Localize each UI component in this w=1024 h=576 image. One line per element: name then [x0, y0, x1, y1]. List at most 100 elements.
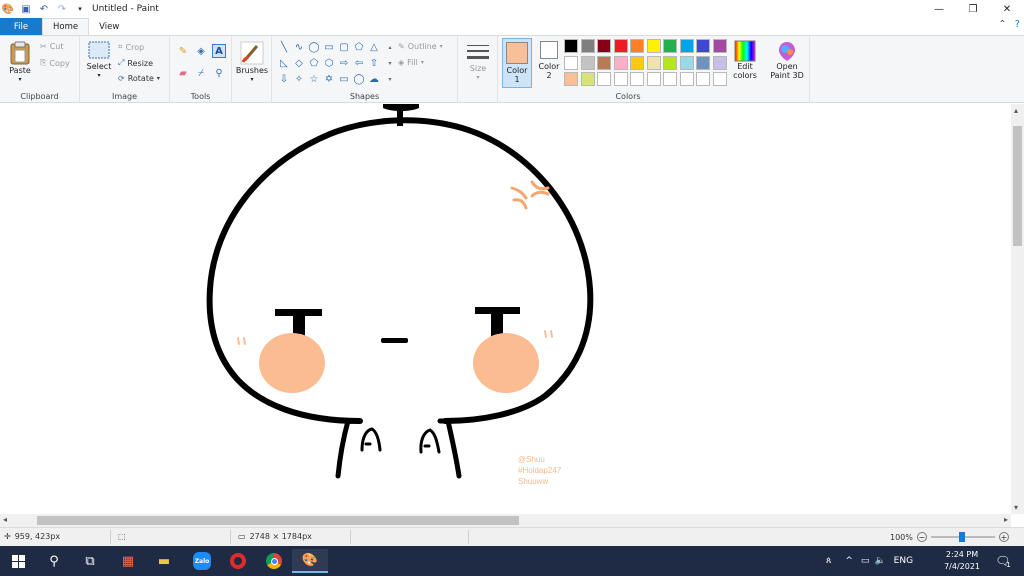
- pencil-icon[interactable]: ✎: [176, 44, 190, 58]
- collapse-ribbon-icon[interactable]: ⌃: [998, 19, 1006, 30]
- redo-icon[interactable]: ↷: [56, 3, 68, 15]
- palette-swatch[interactable]: [613, 39, 628, 53]
- palette-swatch[interactable]: [630, 39, 644, 53]
- file-explorer-icon[interactable]: ▬: [146, 549, 182, 573]
- notification-center-button[interactable]: 🗨 1: [986, 549, 1020, 573]
- palette-swatch[interactable]: [597, 39, 611, 53]
- canvas-area[interactable]: @Shuu #Holdap247 Shuuww: [0, 104, 1011, 514]
- minimize-button[interactable]: —: [922, 0, 956, 18]
- paste-dropdown-icon[interactable]: ▾: [18, 75, 21, 84]
- scroll-up-arrow-icon[interactable]: ▴: [1014, 106, 1018, 115]
- palette-swatch[interactable]: [580, 55, 595, 70]
- rounded-rectangle-shape-icon[interactable]: ▢: [338, 41, 350, 53]
- palette-swatch[interactable]: [712, 39, 727, 53]
- shapes-scroll[interactable]: ▴ ▾ ▾: [386, 40, 394, 88]
- magnifier-icon[interactable]: ⚲: [212, 66, 226, 80]
- palette-swatch[interactable]: [663, 39, 677, 53]
- cloud-callout-shape-icon[interactable]: ☁: [368, 73, 380, 85]
- close-button[interactable]: ✕: [990, 0, 1024, 18]
- right-arrow-shape-icon[interactable]: ⇨: [338, 57, 350, 69]
- palette-swatch[interactable]: [712, 72, 727, 86]
- save-icon[interactable]: ▣: [20, 3, 32, 15]
- task-view-icon[interactable]: ⧉: [72, 549, 108, 573]
- text-tool-icon[interactable]: A: [212, 44, 226, 58]
- down-arrow-shape-icon[interactable]: ⇩: [278, 73, 290, 85]
- color2-button[interactable]: Color 2: [536, 41, 562, 80]
- palette-swatch[interactable]: [696, 39, 710, 53]
- restore-button[interactable]: ❐: [956, 0, 990, 18]
- scroll-down-arrow-icon[interactable]: ▾: [1014, 503, 1018, 512]
- palette-swatch[interactable]: [580, 39, 595, 53]
- five-point-star-shape-icon[interactable]: ☆: [308, 73, 320, 85]
- pentagon-shape-icon[interactable]: ⬠: [308, 57, 320, 69]
- chrome-browser-icon[interactable]: [256, 549, 292, 573]
- right-triangle-shape-icon[interactable]: ◺: [278, 57, 290, 69]
- show-hidden-icons-icon[interactable]: ^: [845, 556, 853, 566]
- paint-taskbar-icon[interactable]: 🎨: [292, 549, 328, 573]
- polygon-shape-icon[interactable]: ⬠: [353, 41, 365, 53]
- triangle-shape-icon[interactable]: △: [368, 41, 380, 53]
- oval-shape-icon[interactable]: ◯: [308, 41, 320, 53]
- palette-swatch[interactable]: [696, 55, 710, 70]
- customize-qat-icon[interactable]: ▾: [74, 3, 86, 15]
- color1-button[interactable]: Color 1: [502, 38, 532, 88]
- store-app-icon[interactable]: ▦: [110, 549, 146, 573]
- tab-view[interactable]: View: [89, 18, 129, 35]
- paste-button[interactable]: Paste ▾: [6, 40, 34, 84]
- eraser-icon[interactable]: ▰: [176, 66, 190, 80]
- palette-swatch[interactable]: [679, 72, 694, 86]
- vertical-scrollbar[interactable]: ▴ ▾: [1011, 104, 1024, 514]
- palette-swatch[interactable]: [663, 55, 677, 70]
- people-icon[interactable]: ጰ: [826, 556, 831, 566]
- palette-swatch[interactable]: [646, 55, 661, 70]
- opera-browser-icon[interactable]: [220, 549, 256, 573]
- start-button[interactable]: [0, 549, 36, 573]
- zoom-out-icon[interactable]: −: [916, 532, 927, 542]
- open-paint3d-button[interactable]: Open Paint 3D: [768, 40, 806, 80]
- palette-swatch[interactable]: [630, 72, 644, 86]
- palette-swatch[interactable]: [613, 72, 628, 86]
- horizontal-scrollbar[interactable]: ◂ ▸: [0, 514, 1011, 527]
- zoom-slider[interactable]: [930, 532, 995, 542]
- resize-button[interactable]: ⤢ Resize: [118, 58, 153, 68]
- palette-swatch[interactable]: [580, 72, 595, 86]
- brushes-button[interactable]: Brushes ▾: [235, 40, 269, 84]
- vertical-scroll-thumb[interactable]: [1013, 126, 1022, 246]
- horizontal-scroll-thumb[interactable]: [37, 516, 519, 525]
- rectangle-shape-icon[interactable]: ▭: [323, 41, 335, 53]
- color-picker-icon[interactable]: ⌿: [194, 66, 208, 80]
- palette-swatch[interactable]: [663, 72, 677, 86]
- paint-app-icon[interactable]: 🎨: [2, 3, 14, 15]
- crop-button[interactable]: ⌗ Crop: [118, 42, 144, 52]
- scroll-right-arrow-icon[interactable]: ▸: [1004, 515, 1008, 524]
- curve-shape-icon[interactable]: ∿: [293, 41, 305, 53]
- diamond-shape-icon[interactable]: ◇: [293, 57, 305, 69]
- fill-bucket-icon[interactable]: ◈: [194, 44, 208, 58]
- language-indicator[interactable]: ENG: [894, 556, 913, 566]
- search-icon[interactable]: ⚲: [36, 549, 72, 573]
- rotate-button[interactable]: ⟳ Rotate ▾: [118, 74, 160, 83]
- four-point-star-shape-icon[interactable]: ✧: [293, 73, 305, 85]
- palette-swatch[interactable]: [712, 55, 727, 70]
- palette-swatch[interactable]: [630, 55, 644, 70]
- palette-swatch[interactable]: [679, 39, 694, 53]
- palette-swatch[interactable]: [564, 55, 578, 70]
- tab-home[interactable]: Home: [42, 18, 90, 35]
- zoom-slider-thumb[interactable]: [958, 532, 965, 542]
- brushes-dropdown-icon[interactable]: ▾: [250, 75, 253, 84]
- line-shape-icon[interactable]: ╲: [278, 41, 290, 53]
- palette-swatch[interactable]: [597, 72, 611, 86]
- battery-icon[interactable]: ▭: [861, 556, 870, 566]
- palette-swatch[interactable]: [679, 55, 694, 70]
- palette-swatch[interactable]: [564, 39, 578, 53]
- palette-swatch[interactable]: [646, 39, 661, 53]
- rounded-callout-shape-icon[interactable]: ▭: [338, 73, 350, 85]
- palette-swatch[interactable]: [613, 55, 628, 70]
- left-arrow-shape-icon[interactable]: ⇦: [353, 57, 365, 69]
- six-point-star-shape-icon[interactable]: ✡: [323, 73, 335, 85]
- drawing-canvas[interactable]: @Shuu #Holdap247 Shuuww: [0, 104, 1011, 514]
- up-arrow-shape-icon[interactable]: ⇧: [368, 57, 380, 69]
- copy-button[interactable]: ⎘ Copy: [40, 58, 70, 68]
- outline-button[interactable]: ✎ Outline ▾: [398, 42, 443, 51]
- palette-swatch[interactable]: [696, 72, 710, 86]
